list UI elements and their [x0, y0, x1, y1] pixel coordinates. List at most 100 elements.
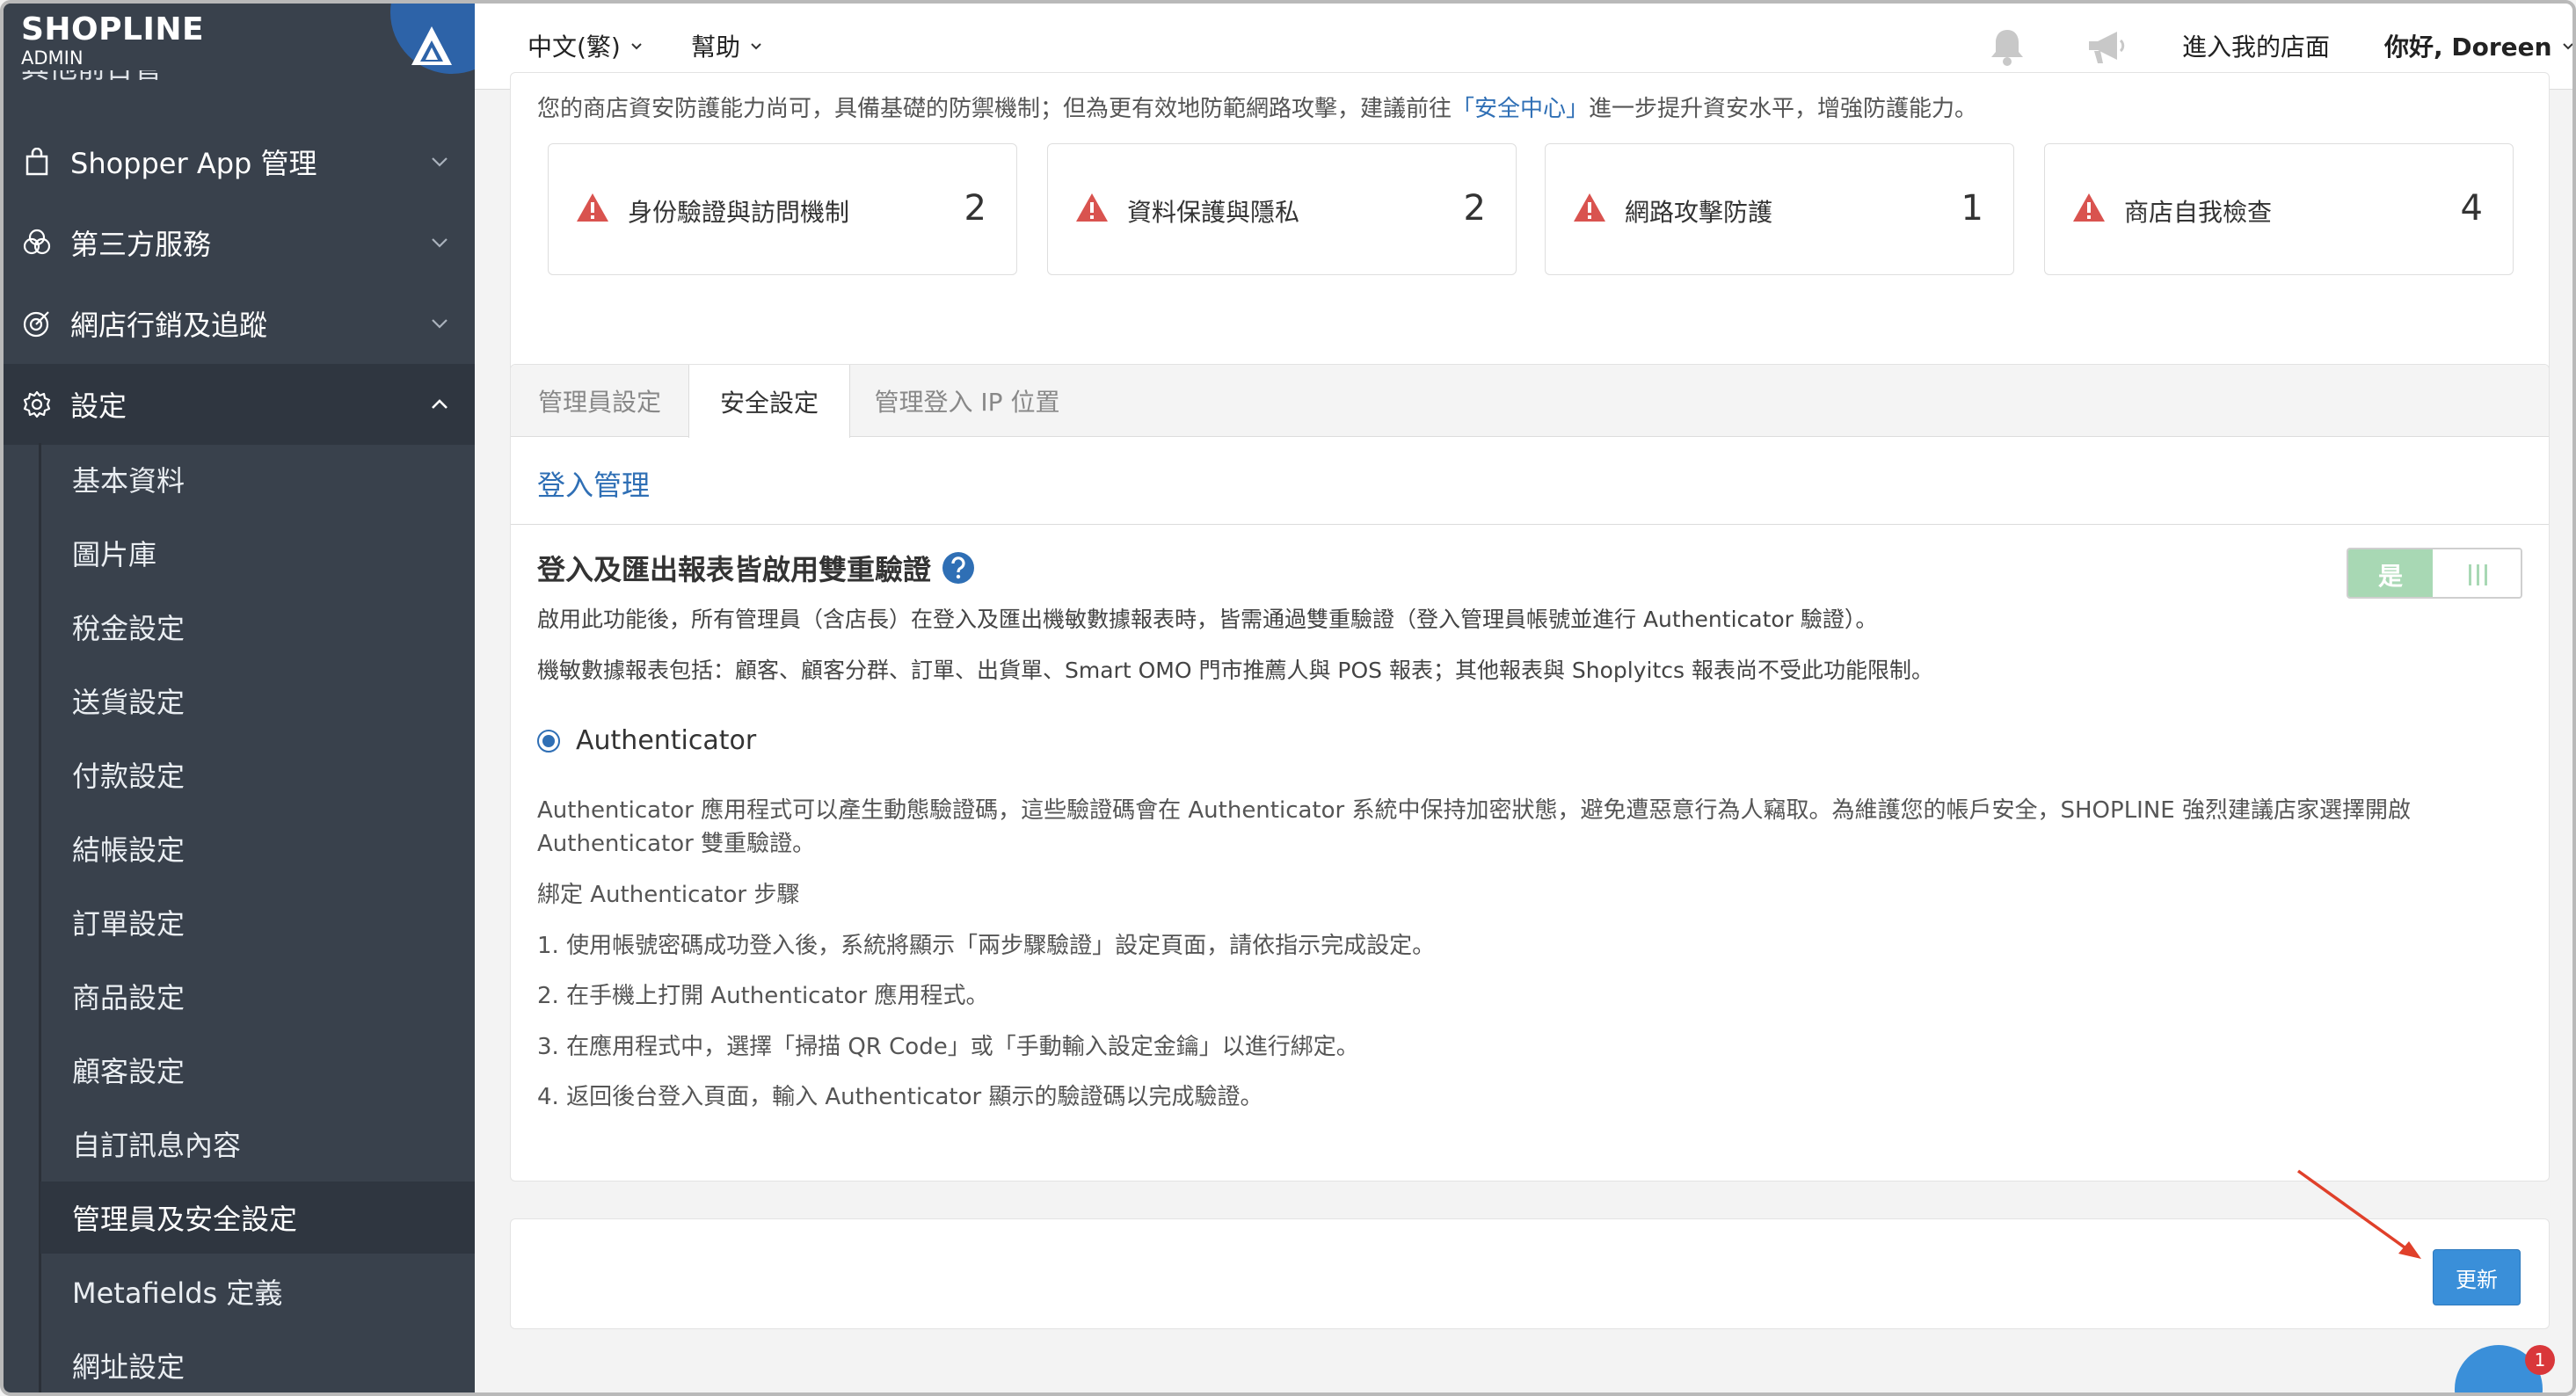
security-item-count: 2 — [1463, 188, 1486, 229]
submenu-metafields[interactable]: Metafields 定義 — [40, 1255, 475, 1327]
security-item-network-attack[interactable]: 網路攻擊防護 1 — [1545, 143, 2014, 275]
security-item-count: 1 — [1961, 188, 1983, 229]
two-factor-title: 登入及匯出報表皆啟用雙重驗證 — [537, 548, 975, 588]
circles-icon — [21, 227, 53, 258]
sidebar-item-third-party[interactable]: 第三方服務 — [4, 202, 475, 283]
submenu-admin-security[interactable]: 管理員及安全設定 — [40, 1182, 475, 1254]
submenu-tax[interactable]: 稅金設定 — [40, 591, 475, 663]
gear-icon — [21, 389, 53, 420]
security-item-count: 2 — [964, 188, 986, 229]
help-icon[interactable] — [942, 551, 975, 585]
target-icon — [21, 308, 53, 339]
step-item: 2. 在手機上打開 Authenticator 應用程式。 — [537, 983, 989, 1009]
chevron-down-icon — [2562, 43, 2572, 50]
submenu-customer[interactable]: 顧客設定 — [40, 1034, 475, 1106]
grip-icon — [2469, 564, 2487, 585]
sidebar-item-settings[interactable]: 設定 — [4, 364, 475, 445]
actions-card: 更新 — [510, 1218, 2550, 1329]
megaphone-icon[interactable] — [2084, 25, 2128, 69]
two-factor-title-text: 登入及匯出報表皆啟用雙重驗證 — [537, 553, 932, 586]
submenu-custom-message[interactable]: 自訂訊息內容 — [40, 1108, 475, 1180]
submenu-order[interactable]: 訂單設定 — [40, 886, 475, 958]
steps-title: 綁定 Authenticator 步驟 — [537, 882, 800, 908]
sidebar-item-label: Shopper App 管理 — [70, 147, 317, 180]
settings-tabs: 管理員設定 安全設定 管理登入 IP 位置 — [511, 365, 2549, 438]
brand-sub: ADMIN — [21, 47, 84, 69]
chevron-down-icon — [432, 238, 448, 248]
help-dropdown[interactable]: 幫助 — [691, 28, 763, 63]
two-factor-desc-1: 啟用此功能後，所有管理員（含店長）在登入及匯出機敏數據報表時，皆需通過雙重驗證（… — [537, 607, 1878, 632]
sidebar-item-label: 網店行銷及追蹤 — [70, 309, 268, 342]
authenticator-paragraph-1b: Authenticator 雙重驗證。 — [537, 831, 816, 857]
sidebar-item-marketing[interactable]: 網店行銷及追蹤 — [4, 283, 475, 364]
visit-store-label: 進入我的店面 — [2182, 33, 2331, 62]
step-item: 4. 返回後台登入頁面，輸入 Authenticator 顯示的驗證碼以完成驗證… — [537, 1084, 1263, 1110]
submenu-image-library[interactable]: 圖片庫 — [40, 517, 475, 589]
security-item-label: 資料保護與隱私 — [1127, 198, 1300, 227]
sidebar: SHOPLINE ADMIN 其他前台管理 Shopper App 管理 第三方… — [4, 4, 475, 1392]
radio-button[interactable] — [537, 729, 560, 753]
two-factor-desc-2: 機敏數據報表包括：顧客、顧客分群、訂單、出貨單、Smart OMO 門市推薦人與… — [537, 658, 1933, 683]
step-item: 1. 使用帳號密碼成功登入後，系統將顯示「兩步驟驗證」設定頁面，請依指示完成設定… — [537, 933, 1436, 959]
chevron-down-icon — [751, 43, 761, 50]
annotation-arrow-icon — [2296, 1169, 2421, 1259]
language-label: 中文(繁) — [528, 33, 621, 62]
security-item-label: 身份驗證與訪問機制 — [628, 198, 850, 227]
submenu-product[interactable]: 商品設定 — [40, 960, 475, 1032]
toggle-on-label: 是 — [2348, 549, 2433, 597]
chevron-down-icon — [432, 319, 448, 329]
login-management-header: 登入管理 — [511, 437, 2549, 525]
security-item-self-check[interactable]: 商店自我檢查 4 — [2044, 143, 2514, 275]
notice-text-suffix: 進一步提升資安水平，增強防護能力。 — [1589, 96, 1978, 122]
chevron-down-icon — [432, 157, 448, 167]
toggle-handle — [2433, 549, 2521, 597]
user-menu[interactable]: 你好, Doreen — [2384, 28, 2572, 63]
tab-login-ip[interactable]: 管理登入 IP 位置 — [850, 365, 1084, 437]
chevron-down-icon — [631, 43, 642, 50]
shopline-mark-icon[interactable] — [410, 25, 454, 67]
main-content: 您的商店資安防護能力尚可，具備基礎的防禦機制；但為更有效地防範網路攻擊，建議前往… — [475, 72, 2572, 1392]
two-factor-toggle[interactable]: 是 — [2347, 548, 2522, 599]
security-item-label: 商店自我檢查 — [2124, 198, 2273, 227]
language-dropdown[interactable]: 中文(繁) — [528, 28, 644, 63]
brand-logo[interactable]: SHOPLINE — [21, 14, 204, 46]
submenu-payment[interactable]: 付款設定 — [40, 738, 475, 811]
logo-area: SHOPLINE ADMIN — [4, 4, 475, 74]
chat-unread-badge: 1 — [2525, 1345, 2555, 1375]
authenticator-radio-label: Authenticator — [576, 725, 757, 756]
submenu-checkout[interactable]: 結帳設定 — [40, 812, 475, 884]
bag-icon — [21, 146, 53, 178]
visit-store-link[interactable]: 進入我的店面 — [2182, 28, 2330, 63]
warning-icon — [1574, 193, 1605, 222]
security-summary-card: 您的商店資安防護能力尚可，具備基礎的防禦機制；但為更有效地防範網路攻擊，建議前往… — [510, 72, 2550, 413]
security-item-data-privacy[interactable]: 資料保護與隱私 2 — [1047, 143, 1517, 275]
authenticator-paragraph-1: Authenticator 應用程式可以產生動態驗證碼，這些驗證碼會在 Auth… — [537, 797, 2411, 824]
step-item: 3. 在應用程式中，選擇「掃描 QR Code」或「手動輸入設定金鑰」以進行綁定… — [537, 1034, 1359, 1060]
authenticator-radio[interactable]: Authenticator — [537, 725, 756, 756]
warning-icon — [2073, 193, 2105, 222]
help-label: 幫助 — [691, 33, 741, 62]
login-management-title: 登入管理 — [537, 469, 651, 502]
security-item-label: 網路攻擊防護 — [1625, 198, 1773, 227]
update-button[interactable]: 更新 — [2433, 1249, 2521, 1305]
settings-submenu: 基本資料 圖片庫 稅金設定 送貨設定 付款設定 結帳設定 訂單設定 商品設定 顧… — [4, 443, 475, 1392]
app-window: SHOPLINE ADMIN 其他前台管理 Shopper App 管理 第三方… — [0, 0, 2576, 1396]
security-settings-card: 管理員設定 安全設定 管理登入 IP 位置 登入管理 登入及匯出報表皆啟用雙重驗… — [510, 364, 2550, 1182]
bell-icon[interactable] — [1985, 25, 2029, 69]
notice-text-prefix: 您的商店資安防護能力尚可，具備基礎的防禦機制；但為更有效地防範網路攻擊，建議前往 — [537, 96, 1452, 122]
chevron-up-icon — [432, 399, 448, 409]
submenu-basic-info[interactable]: 基本資料 — [40, 443, 475, 515]
submenu-delivery[interactable]: 送貨設定 — [40, 665, 475, 737]
security-item-count: 4 — [2460, 188, 2483, 229]
sidebar-item-label: 第三方服務 — [70, 228, 212, 261]
warning-icon — [577, 193, 608, 222]
security-notice: 您的商店資安防護能力尚可，具備基礎的防禦機制；但為更有效地防範網路攻擊，建議前往… — [537, 91, 1977, 123]
sidebar-item-label: 設定 — [70, 389, 127, 423]
tab-security-settings[interactable]: 安全設定 — [688, 365, 850, 438]
sidebar-item-shopper-app[interactable]: Shopper App 管理 — [4, 121, 475, 202]
security-item-auth[interactable]: 身份驗證與訪問機制 2 — [548, 143, 1017, 275]
tab-admin-settings[interactable]: 管理員設定 — [511, 365, 688, 437]
submenu-url[interactable]: 網址設定 — [40, 1329, 475, 1392]
warning-icon — [1076, 193, 1108, 222]
security-center-link[interactable]: 「安全中心」 — [1452, 96, 1589, 122]
